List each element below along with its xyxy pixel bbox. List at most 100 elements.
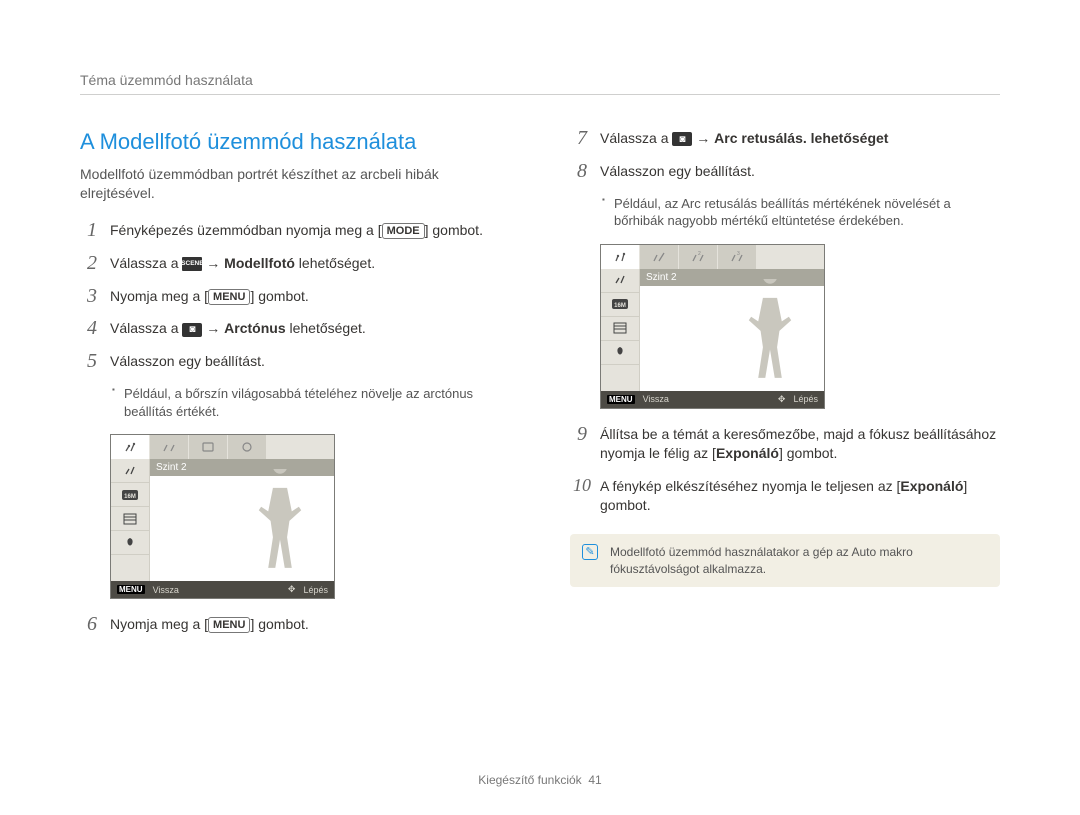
right-column: 7 Válassza a ◙ → Arc retusálás. lehetősé… xyxy=(570,129,1000,648)
svg-text:16M: 16M xyxy=(614,303,626,309)
footer-menu-icon: MENU xyxy=(607,395,635,404)
header-breadcrumb: Téma üzemmód használata xyxy=(80,72,1000,95)
step-6: 6 Nyomja meg a [MENU] gombot. xyxy=(80,615,510,634)
footer-nav-icon: ✥ xyxy=(778,394,786,405)
page-footer: Kiegészítő funkciók 41 xyxy=(0,773,1080,787)
footer-menu-icon: MENU xyxy=(117,585,145,594)
svg-text:16M: 16M xyxy=(124,494,136,500)
tab-icon: 2 xyxy=(679,245,718,269)
sidebar-size-icon: 16M xyxy=(111,483,149,507)
note-text: Modellfotó üzemmód használatakor a gép a… xyxy=(610,544,988,576)
camera-icon: ◙ xyxy=(182,323,202,337)
camera-ui-screenshot-2: 2 3 16M Szint 2 MENU Vis xyxy=(600,244,825,409)
content-columns: A Modellfotó üzemmód használata Modellfo… xyxy=(80,129,1000,648)
section-title: A Modellfotó üzemmód használata xyxy=(80,129,510,155)
menu-button-label: MENU xyxy=(208,289,250,305)
step-text: Válassza a xyxy=(600,130,672,146)
footer-back-label: Vissza xyxy=(153,585,179,595)
svg-text:2: 2 xyxy=(698,251,701,257)
footer-move-label: Lépés xyxy=(793,394,818,404)
step-5-bullet: Például, a bőrszín világosabbá tételéhez… xyxy=(80,385,510,420)
step-9: 9 Állítsa be a témát a keresőmezőbe, maj… xyxy=(570,425,1000,463)
step-text: lehetőséget. xyxy=(295,255,375,271)
scene-icon: SCENE xyxy=(182,257,202,271)
footer-section: Kiegészítő funkciók xyxy=(478,773,581,787)
person-silhouette-icon xyxy=(250,469,310,575)
step-text: Fényképezés üzemmódban nyomja meg a xyxy=(110,222,378,238)
tab-retouch-icon xyxy=(601,245,640,269)
step-text: lehetőséget. xyxy=(286,320,366,336)
sidebar-retouch-icon xyxy=(601,269,639,293)
step-1: 1 Fényképezés üzemmódban nyomja meg a [M… xyxy=(80,221,510,240)
step-10: 10 A fénykép elkészítéséhez nyomja le te… xyxy=(570,477,1000,515)
mode-button-label: MODE xyxy=(382,223,425,239)
step-text: → xyxy=(202,320,224,336)
sidebar-stabilize-icon xyxy=(601,341,639,365)
tab-face-tone-icon xyxy=(111,435,150,459)
step-number: 3 xyxy=(80,283,104,310)
footer-nav-icon: ✥ xyxy=(288,584,296,595)
step-text: → xyxy=(692,130,714,146)
left-column: A Modellfotó üzemmód használata Modellfo… xyxy=(80,129,510,648)
screenshot-tab-row: 2 3 xyxy=(601,245,824,269)
step-text: gombot. xyxy=(428,222,482,238)
note-box: ✎ Modellfotó üzemmód használatakor a gép… xyxy=(570,534,1000,586)
step-text: Válasszon egy beállítást. xyxy=(110,353,265,369)
step-text: → xyxy=(202,255,224,271)
step-bold: Modellfotó xyxy=(224,255,295,271)
step-number: 9 xyxy=(570,421,594,448)
sidebar-grid-icon xyxy=(601,317,639,341)
step-text: Nyomja meg a xyxy=(110,616,204,632)
tab-icon: 3 xyxy=(718,245,757,269)
tab-icon xyxy=(640,245,679,269)
intro-text: Modellfotó üzemmódban portrét készíthet … xyxy=(80,165,510,203)
step-text: A fénykép elkészítéséhez nyomja le telje… xyxy=(600,478,900,494)
screenshot-footer: MENU Vissza ✥ Lépés xyxy=(601,391,824,408)
footer-back-label: Vissza xyxy=(643,394,669,404)
step-8-bullet: Például, az Arc retusálás beállítás mért… xyxy=(570,195,1000,230)
step-2: 2 Válassza a SCENE → Modellfotó lehetősé… xyxy=(80,254,510,273)
footer-move-label: Lépés xyxy=(303,585,328,595)
tab-icon xyxy=(189,435,228,459)
step-text: Válasszon egy beállítást. xyxy=(600,163,755,179)
sidebar-size-icon: 16M xyxy=(601,293,639,317)
footer-page-number: 41 xyxy=(588,773,601,787)
tab-icon xyxy=(228,435,267,459)
step-4: 4 Válassza a ◙ → Arctónus lehetőséget. xyxy=(80,319,510,338)
sidebar-stabilize-icon xyxy=(111,531,149,555)
step-bold: Exponáló xyxy=(900,478,963,494)
step-8: 8 Válasszon egy beállítást. xyxy=(570,162,1000,181)
tab-icon xyxy=(150,435,189,459)
step-7: 7 Válassza a ◙ → Arc retusálás. lehetősé… xyxy=(570,129,1000,148)
info-icon: ✎ xyxy=(582,544,598,560)
menu-button-label: MENU xyxy=(208,617,250,633)
person-silhouette-icon xyxy=(740,279,800,385)
svg-text:3: 3 xyxy=(737,251,740,257)
step-text: Válassza a xyxy=(110,320,182,336)
step-number: 6 xyxy=(80,611,104,638)
step-bold: Arc retusálás. xyxy=(714,130,807,146)
step-text: ] gombot. xyxy=(779,445,837,461)
sidebar-tone-icon xyxy=(111,459,149,483)
step-number: 7 xyxy=(570,125,594,152)
step-text: Válassza a xyxy=(110,255,182,271)
screenshot-sidebar: 16M xyxy=(601,269,640,391)
step-number: 10 xyxy=(570,473,594,497)
screenshot-footer: MENU Vissza ✥ Lépés xyxy=(111,581,334,598)
screenshot-sidebar: 16M xyxy=(111,459,150,581)
step-3: 3 Nyomja meg a [MENU] gombot. xyxy=(80,287,510,306)
step-bold: lehetőséget xyxy=(807,130,889,146)
step-number: 8 xyxy=(570,158,594,185)
screenshot-tab-row xyxy=(111,435,334,459)
step-number: 2 xyxy=(80,250,104,277)
camera-icon: ◙ xyxy=(672,132,692,146)
step-number: 1 xyxy=(80,217,104,244)
step-text: Nyomja meg a xyxy=(110,288,204,304)
step-number: 4 xyxy=(80,315,104,342)
step-number: 5 xyxy=(80,348,104,375)
step-bold: Arctónus xyxy=(224,320,285,336)
camera-ui-screenshot: 16M Szint 2 MENU Vissza ✥ Lépés xyxy=(110,434,335,599)
step-text: gombot. xyxy=(254,288,308,304)
step-bold: Exponáló xyxy=(716,445,779,461)
sidebar-grid-icon xyxy=(111,507,149,531)
